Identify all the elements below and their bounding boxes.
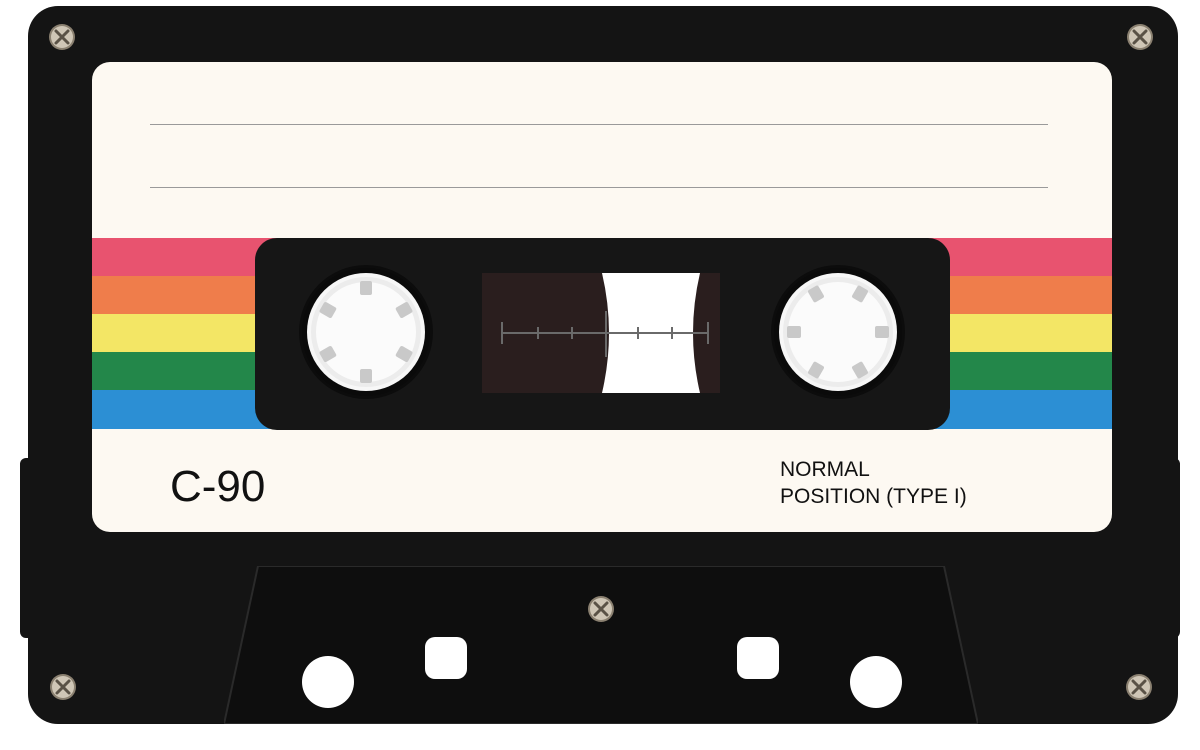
right-reel-hub (771, 265, 905, 399)
label-write-line-2 (150, 187, 1048, 188)
right-pin-hole (737, 637, 779, 679)
screw-icon-center (586, 594, 616, 624)
left-drive-hole (302, 656, 354, 708)
tape-length-label: C-90 (170, 462, 266, 511)
left-reel-hub (299, 265, 433, 399)
label-write-line-1 (150, 124, 1048, 125)
screw-icon-top-left (47, 22, 77, 52)
screw-icon-top-right (1125, 22, 1155, 52)
screw-icon-bottom-left (48, 672, 78, 702)
screw-icon-bottom-right (1124, 672, 1154, 702)
tape-counter-window (482, 273, 720, 393)
left-pin-hole (425, 637, 467, 679)
cassette-tape-illustration: C-90 NORMAL POSITION (TYPE I) (0, 0, 1200, 750)
right-drive-hole (850, 656, 902, 708)
tape-type-line-1: NORMAL (780, 458, 870, 481)
tape-type-label: NORMAL POSITION (TYPE I) (780, 456, 967, 510)
tape-type-line-2: POSITION (TYPE I) (780, 485, 967, 508)
